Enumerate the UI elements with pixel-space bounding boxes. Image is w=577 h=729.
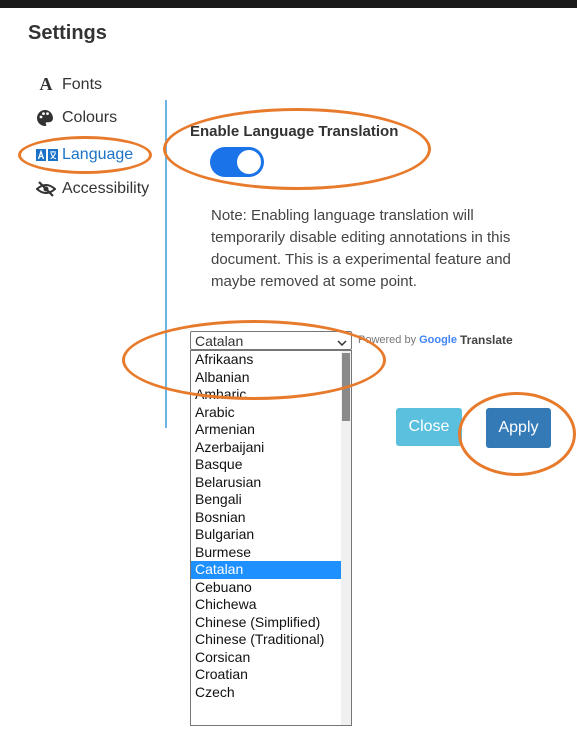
font-icon: A — [39, 74, 53, 94]
language-option[interactable]: Chinese (Traditional) — [191, 631, 343, 649]
google-logo[interactable]: Google — [419, 334, 457, 346]
language-option[interactable]: Armenian — [191, 421, 343, 439]
sidebar-item-label: Accessibility — [62, 180, 150, 197]
sidebar-item-fonts[interactable]: A Fonts — [36, 74, 103, 95]
chevron-down-icon — [337, 333, 347, 349]
close-button[interactable]: Close — [396, 408, 462, 446]
section-title: Enable Language Translation — [190, 123, 399, 140]
translate-link[interactable]: Translate — [460, 333, 513, 347]
language-option[interactable]: Croatian — [191, 666, 343, 684]
language-option[interactable]: Czech — [191, 684, 343, 702]
language-option[interactable]: Burmese — [191, 544, 343, 562]
palette-icon — [36, 109, 56, 127]
sidebar-item-label: Fonts — [62, 75, 103, 93]
top-bar — [0, 0, 577, 8]
sidebar-item-label: Colours — [62, 109, 118, 126]
language-option[interactable]: Arabic — [191, 404, 343, 422]
language-option[interactable]: Chichewa — [191, 596, 343, 614]
page-title: Settings — [28, 22, 107, 44]
powered-by-prefix: Powered by — [358, 334, 417, 346]
language-option[interactable]: Afrikaans — [191, 351, 343, 369]
dropdown-scrollbar[interactable] — [341, 351, 351, 725]
powered-by: Powered by Google Translate — [358, 333, 513, 347]
translation-note: Note: Enabling language translation will… — [211, 207, 511, 290]
language-option[interactable]: Bengali — [191, 491, 343, 509]
language-select-value: Catalan — [195, 332, 244, 349]
scrollbar-thumb[interactable] — [342, 353, 350, 421]
apply-button[interactable]: Apply — [486, 408, 551, 448]
sidebar-divider — [165, 100, 167, 428]
sidebar-item-accessibility[interactable]: Accessibility — [36, 180, 149, 198]
sidebar-item-label: Language — [62, 146, 134, 163]
language-option[interactable]: Albanian — [191, 369, 343, 387]
translation-toggle[interactable] — [210, 147, 264, 177]
eye-slash-icon — [36, 181, 56, 197]
language-option[interactable]: Azerbaijani — [191, 439, 343, 457]
language-option[interactable]: Bulgarian — [191, 526, 343, 544]
language-option[interactable]: Belarusian — [191, 474, 343, 492]
highlight-ring-toggle — [163, 108, 431, 190]
language-option[interactable]: Cebuano — [191, 579, 343, 597]
toggle-knob — [237, 150, 261, 174]
language-option[interactable]: Amharic — [191, 386, 343, 404]
language-option[interactable]: Corsican — [191, 649, 343, 667]
translate-icon — [36, 148, 58, 162]
sidebar-item-colours[interactable]: Colours — [36, 109, 117, 127]
language-option[interactable]: Basque — [191, 456, 343, 474]
sidebar-item-language[interactable]: Language — [36, 146, 133, 164]
language-dropdown-list[interactable]: Afrikaans Albanian Amharic Arabic Armenian Az… — [190, 350, 352, 726]
language-option[interactable]: Chinese (Simplified) — [191, 614, 343, 632]
language-select[interactable]: Catalan — [190, 331, 352, 350]
language-option[interactable]: Catalan — [191, 561, 343, 579]
language-option[interactable]: Bosnian — [191, 509, 343, 527]
